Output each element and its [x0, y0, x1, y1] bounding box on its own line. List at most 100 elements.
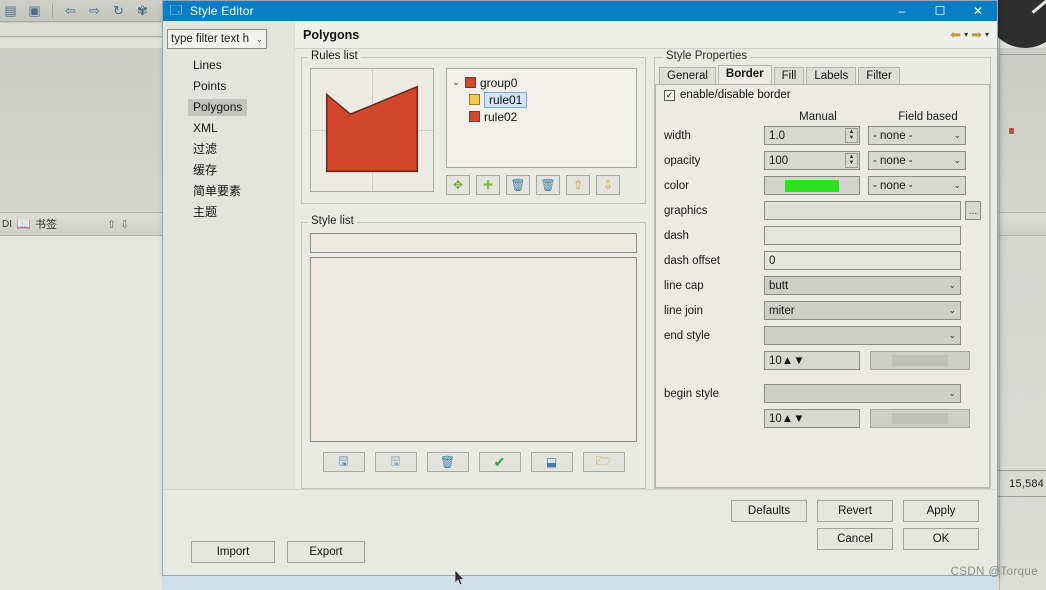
back-arrow-icon[interactable]: ⬅: [950, 27, 961, 43]
sidebar-item-points[interactable]: Points: [188, 78, 231, 95]
back-arrow-icon[interactable]: ⇦: [62, 3, 79, 19]
sidebar-item-xml[interactable]: XML: [188, 120, 223, 137]
close-button[interactable]: ✕: [959, 1, 997, 21]
forward-arrow-icon[interactable]: ➡: [971, 27, 982, 43]
line-join-select[interactable]: miter ⌄: [764, 301, 961, 320]
export-button[interactable]: Export: [287, 541, 365, 563]
tab-general[interactable]: General: [659, 67, 716, 84]
validate-style-button[interactable]: ✔: [478, 452, 521, 472]
end-style-size-input[interactable]: 10 ▲▼: [764, 351, 860, 370]
ok-button[interactable]: OK: [903, 528, 979, 550]
open-style-button[interactable]: 🗁: [582, 452, 625, 472]
begin-style-preview[interactable]: [870, 409, 970, 428]
chevron-down-icon[interactable]: ⌄: [948, 305, 956, 316]
chevron-down-icon[interactable]: ⌄: [953, 130, 961, 141]
width-stepper[interactable]: ▲ ▼: [845, 128, 858, 143]
sidebar-item-lines[interactable]: Lines: [188, 57, 227, 74]
stepper-up-icon[interactable]: ▲: [849, 129, 855, 135]
opacity-stepper[interactable]: ▲ ▼: [845, 153, 858, 168]
sidebar-item-polygons[interactable]: Polygons: [188, 99, 248, 116]
tree-row[interactable]: rule01: [451, 91, 632, 108]
save-style-button[interactable]: 🖫: [322, 452, 365, 472]
tree-row[interactable]: ⌄ group0: [451, 74, 632, 91]
tab-filter[interactable]: Filter: [858, 67, 900, 84]
enable-border-checkbox-row[interactable]: ✓ enable/disable border: [664, 89, 981, 101]
tab-fill[interactable]: Fill: [773, 67, 805, 84]
bookmark-up-icon[interactable]: ⇧: [107, 218, 116, 231]
export-style-button[interactable]: ⬓: [530, 452, 573, 472]
end-style-preview[interactable]: [870, 351, 970, 370]
tree-item-rule01[interactable]: rule01: [484, 91, 528, 108]
style-list-field[interactable]: [310, 233, 637, 253]
filter-input[interactable]: type filter text h ⌄: [167, 29, 267, 49]
stepper-up-icon[interactable]: ▲: [782, 355, 793, 367]
sidebar-item-simple-feature[interactable]: 简单要素: [188, 183, 246, 200]
refresh-icon[interactable]: ↻: [110, 3, 127, 19]
save-as-style-button[interactable]: 🖫: [374, 452, 417, 472]
forward-arrow-icon[interactable]: ⇨: [86, 3, 103, 19]
move-down-button[interactable]: ⇩: [596, 175, 620, 195]
delete-all-rules-button[interactable]: 🗑: [536, 175, 560, 195]
rules-tree[interactable]: ⌄ group0 rule01 rule02: [446, 68, 637, 168]
globe-icon[interactable]: ✾: [134, 3, 151, 19]
graphics-input[interactable]: [764, 201, 961, 220]
begin-style-select[interactable]: ⌄: [764, 384, 961, 403]
chevron-down-icon[interactable]: ⌄: [948, 388, 956, 399]
opacity-field-select[interactable]: - none - ⌄: [868, 151, 966, 170]
import-button[interactable]: Import: [191, 541, 275, 563]
dash-offset-input[interactable]: 0: [764, 251, 961, 270]
chevron-down-icon[interactable]: ⌄: [948, 330, 956, 341]
tree-item-rule02[interactable]: rule02: [484, 110, 517, 124]
line-cap-select[interactable]: butt ⌄: [764, 276, 961, 295]
opacity-input[interactable]: 100 ▲ ▼: [764, 151, 860, 170]
revert-button[interactable]: Revert: [817, 500, 893, 522]
stepper-up-icon[interactable]: ▲: [782, 413, 793, 425]
stepper-down-icon[interactable]: ▼: [793, 355, 804, 367]
width-label: width: [664, 129, 691, 142]
end-style-size-stepper[interactable]: ▲▼: [782, 355, 805, 367]
graphics-browse-button[interactable]: …: [965, 201, 981, 220]
stepper-down-icon[interactable]: ▼: [849, 135, 855, 141]
move-up-button[interactable]: ⇧: [566, 175, 590, 195]
tree-item-group0[interactable]: group0: [480, 76, 517, 90]
forward-history-chevron-down-icon[interactable]: ▾: [985, 30, 989, 39]
dialog-titlebar[interactable]: 🗔 Style Editor – ☐ ✕: [163, 1, 997, 21]
style-list-area[interactable]: [310, 257, 637, 442]
chevron-down-icon[interactable]: ⌄: [255, 34, 263, 45]
sidebar-item-filter[interactable]: 过滤: [188, 141, 222, 158]
stepper-up-icon[interactable]: ▲: [849, 154, 855, 160]
defaults-button[interactable]: Defaults: [731, 500, 807, 522]
add-rule-button[interactable]: ✚: [476, 175, 500, 195]
tab-border[interactable]: Border: [717, 65, 772, 84]
chevron-down-icon[interactable]: ⌄: [451, 77, 461, 88]
end-style-select[interactable]: ⌄: [764, 326, 961, 345]
panel-icon[interactable]: ▤: [2, 3, 19, 19]
panel-split-icon[interactable]: ▣: [26, 3, 43, 19]
cancel-button[interactable]: Cancel: [817, 528, 893, 550]
bookmark-down-icon[interactable]: ⇩: [120, 218, 129, 231]
checkbox-icon[interactable]: ✓: [664, 89, 675, 101]
delete-rule-button[interactable]: 🗑: [506, 175, 530, 195]
dash-input[interactable]: [764, 226, 961, 245]
stepper-down-icon[interactable]: ▼: [849, 160, 855, 166]
begin-style-size-input[interactable]: 10 ▲▼: [764, 409, 860, 428]
begin-style-size-stepper[interactable]: ▲▼: [782, 413, 805, 425]
stepper-down-icon[interactable]: ▼: [793, 413, 804, 425]
chevron-down-icon[interactable]: ⌄: [953, 180, 961, 191]
tree-row[interactable]: rule02: [451, 108, 632, 125]
apply-button[interactable]: Apply: [903, 500, 979, 522]
chevron-down-icon[interactable]: ⌄: [953, 155, 961, 166]
sidebar-item-cache[interactable]: 缓存: [188, 162, 222, 179]
back-history-chevron-down-icon[interactable]: ▾: [964, 30, 968, 39]
add-group-button[interactable]: ✥: [446, 175, 470, 195]
tab-labels[interactable]: Labels: [806, 67, 857, 84]
delete-style-button[interactable]: 🗑: [426, 452, 469, 472]
width-field-select[interactable]: - none - ⌄: [868, 126, 966, 145]
maximize-button[interactable]: ☐: [921, 1, 959, 21]
color-picker-button[interactable]: [764, 176, 860, 195]
color-field-select[interactable]: - none - ⌄: [868, 176, 966, 195]
minimize-button[interactable]: –: [883, 1, 921, 21]
chevron-down-icon[interactable]: ⌄: [948, 280, 956, 291]
width-input[interactable]: 1.0 ▲ ▼: [764, 126, 860, 145]
sidebar-item-theme[interactable]: 主题: [188, 204, 222, 221]
